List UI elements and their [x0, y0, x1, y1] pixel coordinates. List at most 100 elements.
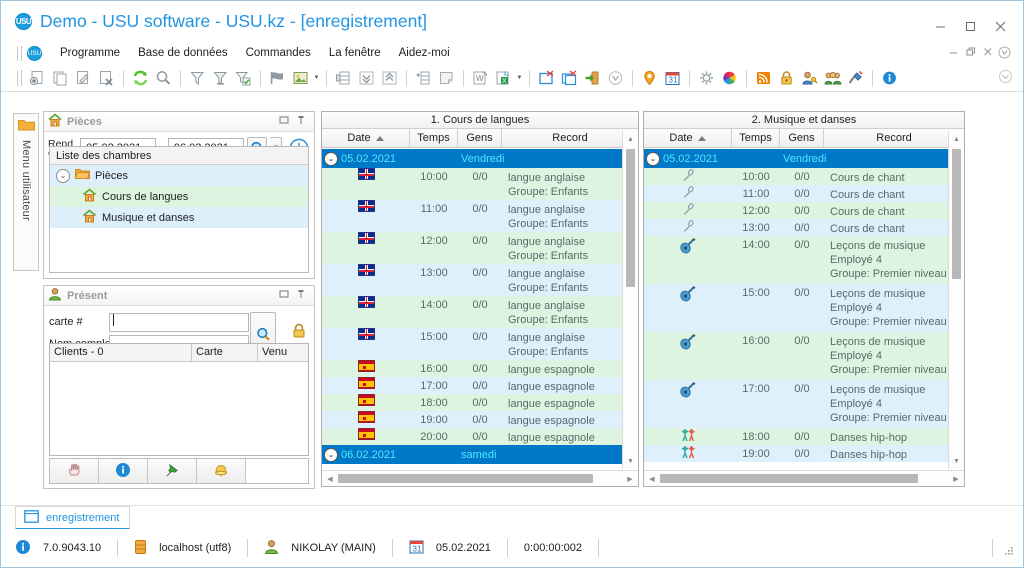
- export-word-icon[interactable]: W: [470, 68, 491, 89]
- mdi-close-icon[interactable]: [979, 43, 996, 61]
- arrow-down-circle-icon[interactable]: [605, 68, 626, 89]
- schedule-2-horizontal-scrollbar[interactable]: ◀ ▶: [644, 470, 964, 486]
- collapse-icon[interactable]: ⌄: [646, 151, 660, 166]
- table-row[interactable]: 13:00 0/0 langue anglaise Groupe: Enfants: [322, 264, 622, 296]
- table-row[interactable]: 12:00 0/0 langue anglaise Groupe: Enfants: [322, 232, 622, 264]
- scroll-right-icon[interactable]: ▶: [622, 475, 638, 483]
- clients-grid[interactable]: Clients - 0 Carte Venu: [49, 343, 309, 456]
- insert-row-icon[interactable]: [413, 68, 434, 89]
- image-dropdown-arrow-icon[interactable]: ▼: [312, 68, 321, 89]
- mdi-collapse-icon[interactable]: [996, 43, 1013, 61]
- map-pin-icon[interactable]: [639, 68, 660, 89]
- menu-item-commandes[interactable]: Commandes: [237, 45, 320, 61]
- info-icon[interactable]: [879, 68, 900, 89]
- schedule-2-day-header[interactable]: ⌄ 05.02.2021 Vendredi: [644, 149, 948, 168]
- table-row[interactable]: 12:00 0/0 Cours de chant: [644, 202, 948, 219]
- pin-icon[interactable]: [296, 115, 306, 128]
- table-row[interactable]: 19:00 0/0 Danses hip-hop: [644, 445, 948, 462]
- export-excel-icon[interactable]: X: [493, 68, 514, 89]
- mdi-minimize-icon[interactable]: [945, 43, 962, 61]
- column-header-temps[interactable]: Temps: [732, 129, 780, 147]
- table-row[interactable]: 15:00 0/0 langue anglaise Groupe: Enfants: [322, 328, 622, 360]
- scrollbar-thumb[interactable]: [660, 474, 918, 483]
- group-rows-icon[interactable]: [333, 68, 354, 89]
- pin-icon[interactable]: [296, 289, 306, 302]
- flag-icon[interactable]: [267, 68, 288, 89]
- column-header-record[interactable]: Record: [502, 129, 638, 147]
- table-row[interactable]: 10:00 0/0 Cours de chant: [644, 168, 948, 185]
- column-header-venu[interactable]: Venu: [258, 344, 308, 361]
- copy-record-icon[interactable]: [50, 68, 71, 89]
- resize-grip-icon[interactable]: [1003, 545, 1015, 557]
- open-window-2-icon[interactable]: [559, 68, 580, 89]
- table-row[interactable]: 11:00 0/0 Cours de chant: [644, 185, 948, 202]
- lock-icon[interactable]: [290, 322, 308, 343]
- scrollbar-thumb[interactable]: [952, 149, 961, 279]
- menu-item-la-fenetre[interactable]: La fenêtre: [320, 45, 390, 61]
- image-icon[interactable]: [290, 68, 311, 89]
- calendar-icon[interactable]: 31: [662, 68, 683, 89]
- scrollbar-thumb[interactable]: [338, 474, 593, 483]
- scroll-down-icon[interactable]: ▼: [949, 453, 964, 469]
- table-row[interactable]: 19:00 0/0 langue espagnole: [322, 411, 622, 428]
- carte-input[interactable]: [109, 312, 249, 332]
- search-icon[interactable]: [153, 68, 174, 89]
- maximize-icon[interactable]: [955, 15, 985, 37]
- mdi-restore-icon[interactable]: [962, 43, 979, 61]
- tree-node-pieces[interactable]: ⌄ Pièces: [50, 165, 308, 186]
- filter-apply-icon[interactable]: [233, 68, 254, 89]
- schedule-1-day-header[interactable]: ⌄ 06.02.2021 samedi: [322, 445, 622, 464]
- filter-icon[interactable]: [187, 68, 208, 89]
- menu-item-programme[interactable]: Programme: [51, 45, 129, 61]
- restore-icon[interactable]: [279, 115, 289, 128]
- table-row[interactable]: 18:00 0/0 langue espagnole: [322, 394, 622, 411]
- lock-icon[interactable]: [776, 68, 797, 89]
- open-window-icon[interactable]: [536, 68, 557, 89]
- bell-button[interactable]: [197, 459, 246, 483]
- column-header-date[interactable]: Date: [644, 129, 732, 147]
- scrollbar-track[interactable]: [660, 471, 948, 486]
- settings-icon[interactable]: [696, 68, 717, 89]
- column-header-temps[interactable]: Temps: [410, 129, 458, 147]
- toolbar-grip[interactable]: [17, 70, 22, 86]
- table-row[interactable]: 15:00 0/0 Leçons de musique Employé 4 Grou…: [644, 284, 948, 332]
- hand-button[interactable]: [50, 459, 99, 483]
- scrollbar-thumb[interactable]: [626, 149, 635, 287]
- restore-icon[interactable]: [279, 289, 289, 302]
- column-header-gens[interactable]: Gens: [458, 129, 502, 147]
- table-row[interactable]: 14:00 0/0 Leçons de musique Employé 4 Grou…: [644, 236, 948, 284]
- column-header-gens[interactable]: Gens: [780, 129, 824, 147]
- column-header-carte[interactable]: Carte: [192, 344, 258, 361]
- minimize-icon[interactable]: [925, 15, 955, 37]
- filter-clear-icon[interactable]: [210, 68, 231, 89]
- close-icon[interactable]: [985, 15, 1015, 37]
- refresh-icon[interactable]: [130, 68, 151, 89]
- table-row[interactable]: 14:00 0/0 langue anglaise Groupe: Enfants: [322, 296, 622, 328]
- table-row[interactable]: 20:00 0/0 langue espagnole: [322, 428, 622, 445]
- exit-icon[interactable]: [582, 68, 603, 89]
- note-icon[interactable]: [436, 68, 457, 89]
- tree-node-musique-et-danses[interactable]: Musique et danses: [50, 207, 308, 228]
- schedule-1-day-header[interactable]: ⌄ 05.02.2021 Vendredi: [322, 149, 622, 168]
- scroll-up-icon[interactable]: ▲: [949, 131, 964, 147]
- collapse-icon[interactable]: ⌄: [324, 151, 338, 166]
- collapse-icon[interactable]: ⌄: [56, 168, 70, 183]
- column-header-date[interactable]: Date: [322, 129, 410, 147]
- scroll-right-icon[interactable]: ▶: [948, 475, 964, 483]
- scroll-down-icon[interactable]: ▼: [623, 453, 638, 469]
- tab-enregistrement[interactable]: enregistrement: [15, 506, 131, 530]
- column-header-clients[interactable]: Clients - 0: [50, 344, 192, 361]
- tree-node-cours-de-langues[interactable]: Cours de langues: [50, 186, 308, 207]
- scroll-left-icon[interactable]: ◀: [644, 475, 660, 483]
- column-header-record[interactable]: Record: [824, 129, 964, 147]
- schedule-2-vertical-scrollbar[interactable]: ▲ ▼: [948, 131, 964, 469]
- table-row[interactable]: 10:00 0/0 langue anglaise Groupe: Enfants: [322, 168, 622, 200]
- table-row[interactable]: 17:00 0/0 Leçons de musique Employé 4 Grou…: [644, 380, 948, 428]
- scroll-left-icon[interactable]: ◀: [322, 475, 338, 483]
- schedule-1-vertical-scrollbar[interactable]: ▲ ▼: [622, 131, 638, 469]
- user-key-icon[interactable]: [799, 68, 820, 89]
- color-wheel-icon[interactable]: [719, 68, 740, 89]
- delete-record-icon[interactable]: [96, 68, 117, 89]
- table-row[interactable]: 16:00 0/0 Leçons de musique Employé 4 Grou…: [644, 332, 948, 380]
- add-record-icon[interactable]: [27, 68, 48, 89]
